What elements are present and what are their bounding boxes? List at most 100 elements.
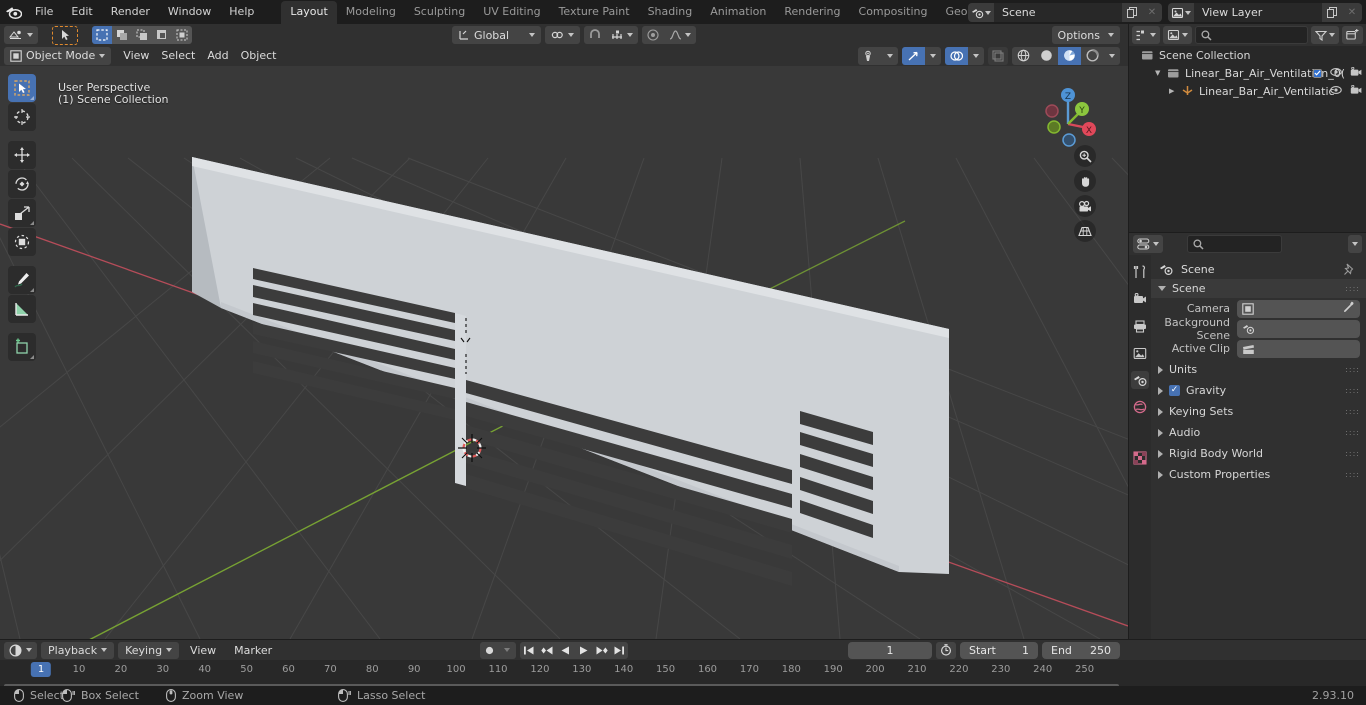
timeline-marker-menu[interactable]: Marker	[227, 642, 279, 659]
collection-enable-checkbox[interactable]	[1313, 68, 1322, 78]
proportional-editing-icon[interactable]	[642, 26, 664, 44]
outliner-row[interactable]: ▶ Linear_Bar_Air_Ventilatic	[1129, 82, 1366, 100]
properties-options-caret[interactable]	[1348, 235, 1362, 253]
falloff-selector[interactable]	[664, 26, 696, 44]
tab-world[interactable]	[1131, 398, 1149, 416]
next-keyframe-icon[interactable]	[592, 642, 610, 659]
xray-toggle-icon[interactable]	[988, 46, 1008, 65]
show-gizmo-icon[interactable]	[902, 46, 925, 65]
menu-render[interactable]: Render	[102, 2, 159, 22]
filter-icon[interactable]	[1311, 26, 1339, 44]
timeline-ruler[interactable]: 10 20 30 40 50 60 70 80 90 100 110 120 130 140 150 160 1…	[0, 660, 1366, 681]
viewport-menu-add[interactable]: Add	[201, 47, 234, 65]
properties-editor[interactable]: Scene Scene :::: Camera Background Scene A…	[1129, 233, 1366, 639]
disclosure-down-icon[interactable]: ▼	[1155, 69, 1167, 77]
pivot-point-selector[interactable]	[545, 26, 581, 44]
gizmo-caret[interactable]	[925, 47, 941, 65]
editor-type-selector[interactable]	[4, 26, 38, 44]
end-frame-field[interactable]: End 250	[1042, 641, 1120, 659]
scene-name[interactable]: Scene	[994, 3, 1122, 22]
viewport-menu-select[interactable]: Select	[155, 47, 201, 65]
tab-object-data[interactable]	[1131, 449, 1149, 467]
outliner-display-mode-selector[interactable]	[1163, 26, 1192, 44]
play-reverse-icon[interactable]	[556, 642, 574, 659]
rendered-shading-icon[interactable]	[1081, 47, 1104, 65]
add-cube-tool[interactable]	[8, 333, 36, 361]
hide-in-viewport-icon[interactable]	[1330, 67, 1342, 80]
panel-header-audio[interactable]: Audio::::	[1151, 423, 1366, 442]
view-layer-selector[interactable]: View Layer ✕	[1168, 3, 1362, 22]
scene-selector[interactable]: Scene ✕	[968, 3, 1162, 22]
viewport-menu-object[interactable]: Object	[235, 47, 283, 65]
overlay-caret[interactable]	[968, 47, 984, 65]
outliner-search-input[interactable]	[1195, 26, 1308, 44]
tab-tool[interactable]	[1131, 263, 1149, 281]
disable-in-renders-icon[interactable]	[1350, 84, 1362, 98]
timeline-editor-type-selector[interactable]	[4, 641, 37, 659]
panel-header-keying-sets[interactable]: Keying Sets::::	[1151, 402, 1366, 421]
eyedropper-icon[interactable]	[1343, 301, 1355, 316]
panel-header-custom-properties[interactable]: Custom Properties::::	[1151, 465, 1366, 484]
visibility-caret[interactable]	[882, 47, 898, 65]
disclosure-right-icon[interactable]: ▶	[1169, 87, 1181, 95]
scale-tool[interactable]	[8, 199, 36, 227]
panel-enable-checkbox[interactable]: ✓	[1169, 385, 1180, 396]
magnet-icon[interactable]	[584, 26, 606, 44]
hide-in-viewport-icon[interactable]	[1330, 85, 1342, 98]
3d-viewport[interactable]: User Perspective (1) Scene Collection Z …	[0, 66, 1128, 639]
shading-caret[interactable]	[1104, 47, 1120, 65]
start-frame-field[interactable]: Start 1	[960, 641, 1038, 659]
unlink-viewlayer-icon[interactable]: ✕	[1342, 3, 1362, 22]
copy-icon[interactable]	[1322, 3, 1342, 22]
tab-view-layer[interactable]	[1131, 344, 1149, 362]
wireframe-shading-icon[interactable]	[1012, 47, 1035, 65]
property-field-active-clip[interactable]	[1237, 339, 1360, 358]
workspace-tab-layout[interactable]: Layout	[281, 0, 337, 24]
property-field-background-scene[interactable]	[1237, 319, 1360, 338]
previous-keyframe-icon[interactable]	[538, 642, 556, 659]
properties-editor-type-selector[interactable]	[1133, 235, 1163, 253]
panel-header-units[interactable]: Units::::	[1151, 360, 1366, 379]
navigation-gizmo[interactable]: Z X Y	[1028, 76, 1108, 156]
workspace-tab-texture-paint[interactable]: Texture Paint	[550, 1, 639, 24]
camera-icon[interactable]	[1074, 195, 1096, 217]
object-types-visibility-icon[interactable]	[858, 47, 882, 65]
show-overlays-icon[interactable]	[945, 46, 968, 65]
keying-menu[interactable]: Keying	[118, 641, 180, 659]
workspace-tab-uv-editing[interactable]: UV Editing	[474, 1, 549, 24]
current-frame-field[interactable]: 1	[848, 641, 932, 659]
transform-tool[interactable]	[8, 228, 36, 256]
panel-header-scene[interactable]: Scene ::::	[1151, 279, 1366, 298]
new-collection-icon[interactable]	[1342, 26, 1363, 44]
orthographic-icon[interactable]	[1074, 220, 1096, 242]
snap-target-selector[interactable]	[606, 26, 638, 44]
select-subtract-icon[interactable]	[132, 26, 152, 44]
workspace-tab-animation[interactable]: Animation	[701, 1, 775, 24]
jump-to-end-icon[interactable]	[610, 642, 628, 659]
properties-search-input[interactable]	[1187, 235, 1282, 253]
move-tool[interactable]	[8, 141, 36, 169]
select-intersect-icon[interactable]	[172, 26, 192, 44]
playback-menu[interactable]: Playback	[41, 641, 115, 659]
workspace-tab-rendering[interactable]: Rendering	[775, 1, 849, 24]
property-field-camera[interactable]	[1237, 299, 1360, 318]
auto-key-caret[interactable]	[498, 642, 516, 659]
use-preview-range-icon[interactable]	[936, 641, 956, 659]
viewport-menu-view[interactable]: View	[117, 47, 155, 65]
zoom-icon[interactable]	[1074, 145, 1096, 167]
jump-to-start-icon[interactable]	[520, 642, 538, 659]
outliner-editor-type-selector[interactable]	[1132, 26, 1160, 44]
menu-help[interactable]: Help	[220, 2, 263, 22]
outliner-editor[interactable]: Scene Collection ▼ Linear_Bar_Air_Ventilat…	[1129, 24, 1366, 232]
blender-logo-icon[interactable]	[0, 0, 26, 24]
panel-header-rigid-body-world[interactable]: Rigid Body World::::	[1151, 444, 1366, 463]
playhead[interactable]: 1	[30, 662, 52, 677]
outliner-row[interactable]: Scene Collection	[1129, 46, 1366, 64]
unlink-scene-icon[interactable]: ✕	[1142, 3, 1162, 22]
tab-scene[interactable]	[1131, 371, 1149, 389]
options-button[interactable]: Options	[1051, 26, 1120, 44]
tweak-select-tool[interactable]	[8, 74, 36, 102]
workspace-tab-sculpting[interactable]: Sculpting	[405, 1, 474, 24]
select-extend-icon[interactable]	[112, 26, 132, 44]
timeline-editor[interactable]: Playback Keying View Marker 1 Start 1 En…	[0, 640, 1366, 688]
